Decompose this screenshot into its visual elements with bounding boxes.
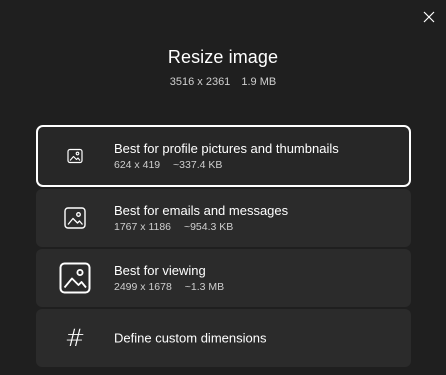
close-icon [423,11,435,23]
option-text: Best for viewing 2499 x 1678 ~1.3 MB [114,263,224,293]
close-button[interactable] [418,6,440,28]
option-size: ~954.3 KB [183,221,234,233]
image-medium-icon [58,201,92,235]
option-details: 2499 x 1678 ~1.3 MB [114,281,224,293]
option-label: Define custom dimensions [114,330,267,346]
dialog-title: Resize image [167,47,279,67]
option-details: 624 x 419 ~337.4 KB [114,159,339,171]
option-viewing[interactable]: Best for viewing 2499 x 1678 ~1.3 MB [36,249,411,307]
option-size: ~337.4 KB [173,159,223,171]
option-profile-thumbnails[interactable]: Best for profile pictures and thumbnails… [36,125,411,187]
option-label: Best for profile pictures and thumbnails [114,141,339,156]
option-emails-messages[interactable]: Best for emails and messages 1767 x 1186… [36,189,411,247]
original-dimensions: 3516 x 2361 [169,76,231,88]
option-label: Best for viewing [114,263,206,278]
option-dimensions: 2499 x 1678 [114,281,172,293]
option-custom-dimensions[interactable]: # Define custom dimensions [36,309,411,367]
hash-icon: # [58,321,92,355]
option-text: Best for profile pictures and thumbnails… [114,141,339,171]
image-small-icon [58,139,92,173]
hash-symbol: # [64,324,86,352]
resize-options-list: Best for profile pictures and thumbnails… [36,125,411,369]
option-text: Define custom dimensions [114,331,266,346]
original-image-info: 3516 x 2361 1.9 MB [0,76,446,88]
resize-image-dialog: Resize image 3516 x 2361 1.9 MB Best for… [0,0,446,375]
option-size: ~1.3 MB [184,281,225,293]
dialog-header: Resize image 3516 x 2361 1.9 MB [0,47,446,88]
original-size: 1.9 MB [241,76,277,88]
image-large-icon [58,261,92,295]
option-text: Best for emails and messages 1767 x 1186… [114,203,288,233]
option-label: Best for emails and messages [114,203,289,218]
option-dimensions: 1767 x 1186 [114,221,172,233]
option-details: 1767 x 1186 ~954.3 KB [114,221,288,233]
option-dimensions: 624 x 419 [114,159,161,171]
